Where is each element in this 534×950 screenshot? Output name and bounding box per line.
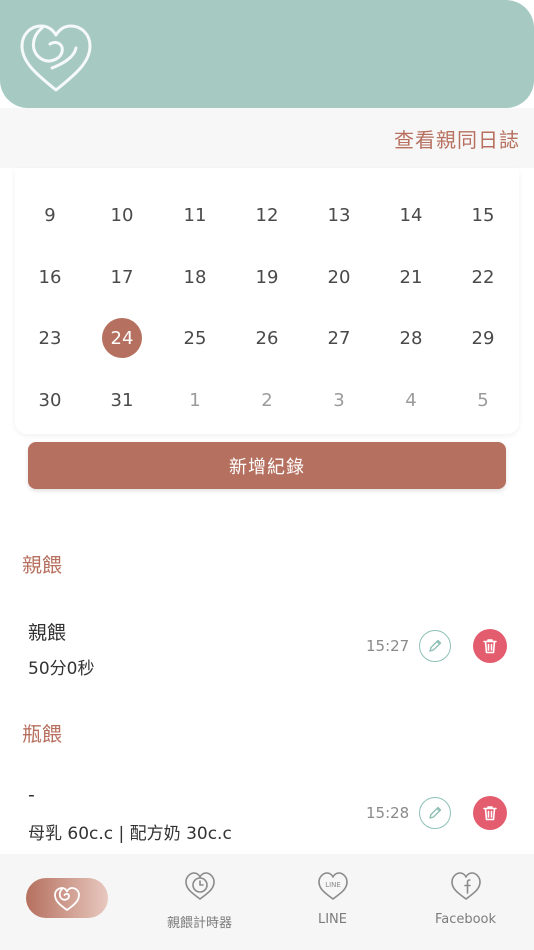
heart-logo-icon[interactable] bbox=[12, 8, 100, 96]
calendar-week-row: 9 10 11 12 13 14 15 bbox=[15, 195, 519, 235]
calendar-day[interactable]: 12 bbox=[247, 195, 287, 235]
edit-button[interactable] bbox=[419, 797, 451, 829]
calendar-day[interactable]: 18 bbox=[175, 257, 215, 297]
calendar-day[interactable]: 15 bbox=[463, 195, 503, 235]
calendar-day[interactable]: 3 bbox=[319, 380, 359, 420]
trash-icon bbox=[483, 639, 497, 654]
bottom-nav: 親餵計時器 LINE LINE Facebook bbox=[0, 854, 534, 950]
pencil-icon bbox=[429, 806, 442, 819]
calendar-day[interactable]: 2 bbox=[247, 380, 287, 420]
calendar-day-selected[interactable]: 24 bbox=[102, 318, 142, 358]
nav-label-line: LINE bbox=[317, 912, 347, 927]
nav-label-facebook: Facebook bbox=[434, 912, 497, 927]
nav-label-timer: 親餵計時器 bbox=[166, 916, 232, 931]
calendar-day[interactable]: 22 bbox=[463, 257, 503, 297]
section-title-breastfeeding: 親餵 bbox=[22, 553, 62, 577]
calendar-day[interactable]: 13 bbox=[319, 195, 359, 235]
calendar-day[interactable]: 11 bbox=[175, 195, 215, 235]
calendar-day[interactable]: 26 bbox=[247, 318, 287, 358]
calendar-day[interactable]: 4 bbox=[391, 380, 431, 420]
record-title: - bbox=[28, 784, 35, 806]
nav-item-line[interactable]: LINE LINE bbox=[266, 854, 399, 950]
line-heart-icon: LINE bbox=[318, 872, 348, 900]
section-title-bottlefeeding: 瓶餵 bbox=[22, 722, 62, 746]
calendar-day[interactable]: 28 bbox=[391, 318, 431, 358]
app-header bbox=[0, 0, 534, 108]
calendar-day[interactable]: 27 bbox=[319, 318, 359, 358]
calendar-day[interactable]: 25 bbox=[175, 318, 215, 358]
calendar-day[interactable]: 23 bbox=[30, 318, 70, 358]
calendar-day[interactable]: 30 bbox=[30, 380, 70, 420]
edit-button[interactable] bbox=[419, 630, 451, 662]
record-detail: 50分0秒 bbox=[28, 659, 95, 679]
trash-icon bbox=[483, 806, 497, 821]
delete-button[interactable] bbox=[473, 629, 507, 663]
calendar-day[interactable]: 17 bbox=[102, 257, 142, 297]
nav-item-timer[interactable]: 親餵計時器 bbox=[133, 854, 266, 950]
calendar-day[interactable]: 29 bbox=[463, 318, 503, 358]
calendar-day[interactable]: 19 bbox=[247, 257, 287, 297]
record-title: 親餵 bbox=[28, 622, 67, 644]
heart-clock-icon bbox=[185, 872, 215, 900]
add-record-button[interactable]: 新增紀錄 bbox=[28, 442, 506, 489]
view-diary-link[interactable]: 查看親同日誌 bbox=[394, 124, 520, 153]
record-time: 15:28 bbox=[366, 804, 410, 822]
svg-text:LINE: LINE bbox=[325, 881, 341, 889]
delete-button[interactable] bbox=[473, 796, 507, 830]
nav-home-pill[interactable] bbox=[26, 878, 108, 918]
record-time: 15:27 bbox=[366, 637, 410, 655]
calendar: 9 10 11 12 13 14 15 16 17 18 19 20 21 22 23 24 25 26 27 28 2… bbox=[15, 168, 519, 434]
calendar-day[interactable]: 31 bbox=[102, 380, 142, 420]
calendar-day[interactable]: 10 bbox=[102, 195, 142, 235]
calendar-day[interactable]: 16 bbox=[30, 257, 70, 297]
record-detail: 母乳 60c.c | 配方奶 30c.c bbox=[28, 824, 232, 844]
nav-item-facebook[interactable]: Facebook bbox=[399, 854, 532, 950]
calendar-day[interactable]: 14 bbox=[391, 195, 431, 235]
pencil-icon bbox=[429, 639, 442, 652]
calendar-day[interactable]: 9 bbox=[30, 195, 70, 235]
nav-item-home[interactable] bbox=[0, 854, 133, 950]
calendar-week-row: 23 24 25 26 27 28 29 bbox=[15, 318, 519, 358]
calendar-day[interactable]: 21 bbox=[391, 257, 431, 297]
heart-logo-icon bbox=[54, 887, 80, 911]
calendar-day[interactable]: 1 bbox=[175, 380, 215, 420]
calendar-day[interactable]: 20 bbox=[319, 257, 359, 297]
calendar-week-row: 16 17 18 19 20 21 22 bbox=[15, 257, 519, 297]
calendar-day[interactable]: 5 bbox=[463, 380, 503, 420]
calendar-week-row: 30 31 1 2 3 4 5 bbox=[15, 380, 519, 420]
facebook-heart-icon bbox=[451, 872, 481, 900]
